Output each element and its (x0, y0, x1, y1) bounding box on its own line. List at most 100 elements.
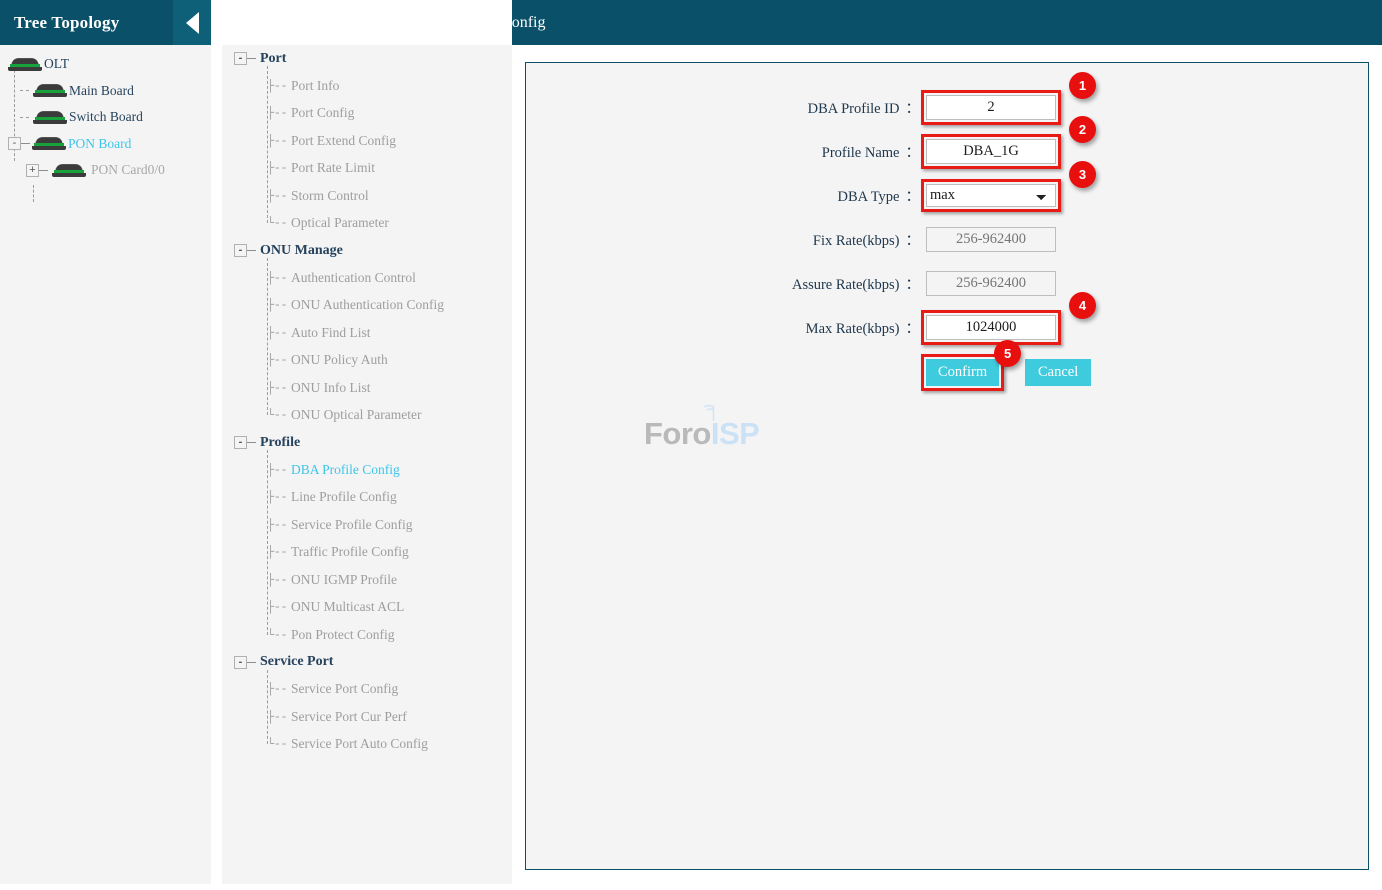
tree-branch-tee-icon: ├-- (267, 353, 288, 368)
form-label: DBA Profile ID ： (526, 97, 926, 118)
menu-group-collapse-toggle[interactable]: - (234, 52, 247, 65)
menu-item-authentication-control[interactable]: ├-- Authentication Control (267, 264, 512, 292)
form-label: Fix Rate(kbps) ： (526, 229, 926, 250)
caret-left-icon (185, 11, 199, 34)
tree-branch-icon (20, 116, 29, 118)
tree-branch-tee-icon: ├-- (267, 462, 288, 477)
form-label-colon: ： (905, 320, 921, 337)
foroisp-watermark: ForoISP (644, 404, 784, 449)
menu-group-label: Profile (260, 434, 301, 450)
menu-item-storm-control[interactable]: ├-- Storm Control (267, 182, 512, 210)
tree-connector-line (33, 185, 34, 202)
menu-item-service-port-auto-config[interactable]: └-- Service Port Auto Config (267, 731, 512, 759)
menu-item-onu-authentication-config[interactable]: ├-- ONU Authentication Config (267, 292, 512, 320)
form-label-colon: ： (905, 100, 921, 117)
menu-item-label: Port Info (291, 77, 340, 93)
menu-group-label: Service Port (260, 654, 334, 669)
menu-item-pon-protect-config[interactable]: └-- Pon Protect Config (267, 621, 512, 649)
tree-node-main-board[interactable]: Main Board (0, 78, 211, 105)
tree-branch-icon (21, 143, 30, 145)
menu-item-port-config[interactable]: ├-- Port Config (267, 100, 512, 128)
form-row-dba-type: DBA Type ： fixassureassure+maxmax 3 (526, 160, 1368, 217)
form-action-buttons: Confirm 5 Cancel (526, 339, 1368, 395)
menu-group-onu-manage: - ONU Manage ├-- Authentication Control ├-- O… (222, 237, 512, 429)
tree-node-pon-board[interactable]: - PON Board (0, 131, 211, 158)
menu-item-onu-multicast-acl[interactable]: ├-- ONU Multicast ACL (267, 594, 512, 622)
menu-group-profile: - Profile ├-- DBA Profile Config ├-- Line Pro… (222, 429, 512, 649)
tree-branch-tee-icon: ├-- (267, 325, 288, 340)
menu-item-service-profile-config[interactable]: ├-- Service Profile Config (267, 511, 512, 539)
menu-item-label: Traffic Profile Config (291, 544, 409, 560)
menu-item-label: Service Port Cur Perf (291, 708, 407, 724)
antenna-signal-icon (703, 404, 715, 421)
form-row-fix-rate-kbps-: Fix Rate(kbps) ： (526, 217, 1368, 261)
tree-branch-tee-icon: ├-- (267, 270, 288, 285)
tree-branch-tee-icon: ├-- (267, 600, 288, 615)
tree-branch-tee-icon: ├-- (267, 709, 288, 724)
tree-branch-end-icon: └-- (267, 627, 288, 642)
tree-node-pon-card[interactable]: + PON Card0/0 (0, 157, 211, 184)
form-label: DBA Type ： (526, 185, 926, 206)
tree-topology-title: Tree Topology (14, 12, 120, 32)
menu-item-label: ONU Info List (291, 379, 371, 395)
annotation-badge-5: 5 (994, 339, 1022, 367)
menu-item-label: Storm Control (291, 187, 369, 203)
menu-group-collapse-toggle[interactable]: - (234, 436, 247, 449)
device-board-icon (32, 137, 66, 151)
tree-node-label: Main Board (69, 82, 134, 98)
menu-branch-icon (247, 250, 256, 251)
menu-item-line-profile-config[interactable]: ├-- Line Profile Config (267, 484, 512, 512)
tree-collapse-toggle-pon-board[interactable]: - (8, 137, 21, 151)
menu-item-service-port-config[interactable]: ├-- Service Port Config (267, 676, 512, 704)
menu-item-onu-info-list[interactable]: ├-- ONU Info List (267, 374, 512, 402)
collapse-sidebar-button[interactable] (173, 0, 211, 45)
form-row-assure-rate-kbps-: Assure Rate(kbps) ： (526, 261, 1368, 305)
menu-item-port-extend-config[interactable]: ├-- Port Extend Config (267, 127, 512, 155)
menu-group-collapse-toggle[interactable]: - (234, 655, 247, 669)
form-label-text: Fix Rate(kbps) (812, 232, 900, 249)
tree-branch-tee-icon: ├-- (267, 682, 288, 697)
menu-item-port-rate-limit[interactable]: ├-- Port Rate Limit (267, 155, 512, 183)
tree-node-label: Switch Board (69, 109, 143, 125)
menu-panel-top-spacer (222, 0, 512, 45)
dba-profile-id-input[interactable] (926, 94, 1056, 120)
menu-item-traffic-profile-config[interactable]: ├-- Traffic Profile Config (267, 539, 512, 567)
form-row-dba-profile-id: DBA Profile ID ： 1 (526, 71, 1368, 129)
menu-group-header[interactable]: - Port (222, 45, 512, 72)
menu-item-dba-profile-config[interactable]: ├-- DBA Profile Config (267, 456, 512, 484)
menu-item-auto-find-list[interactable]: ├-- Auto Find List (267, 319, 512, 347)
tree-expand-toggle-pon-card[interactable]: + (26, 163, 39, 177)
menu-group-header[interactable]: - Profile (222, 429, 512, 456)
profile-name-input[interactable] (926, 138, 1056, 164)
menu-item-onu-optical-parameter[interactable]: └-- ONU Optical Parameter (267, 402, 512, 430)
menu-item-label: Service Port Auto Config (291, 736, 428, 752)
device-board-icon (33, 110, 67, 124)
device-card-icon (52, 163, 86, 177)
menu-item-onu-policy-auth[interactable]: ├-- ONU Policy Auth (267, 347, 512, 375)
tree-node-switch-board[interactable]: Switch Board (0, 104, 211, 131)
tree-branch-tee-icon: ├-- (267, 78, 288, 93)
menu-item-list: ├-- Authentication Control ├-- ONU Authenti… (222, 258, 512, 430)
max-rate-kbps--input[interactable] (926, 314, 1056, 340)
menu-item-onu-igmp-profile[interactable]: ├-- ONU IGMP Profile (267, 566, 512, 594)
menu-group-port: - Port ├-- Port Info ├-- Port Config ├-- Port E… (222, 45, 512, 237)
cancel-button[interactable]: Cancel (1025, 358, 1092, 386)
menu-item-list: ├-- Service Port Config ├-- Service Port Cu… (222, 669, 512, 759)
tree-node-label: OLT (44, 56, 70, 72)
form-label-text: DBA Type (837, 188, 900, 205)
tree-branch-tee-icon: ├-- (267, 161, 288, 176)
dba-type-select[interactable]: fixassureassure+maxmax (926, 183, 1056, 207)
menu-group-collapse-toggle[interactable]: - (234, 244, 247, 257)
menu-item-label: Authentication Control (291, 269, 416, 285)
menu-item-port-info[interactable]: ├-- Port Info (267, 72, 512, 100)
menu-item-service-port-cur-perf[interactable]: ├-- Service Port Cur Perf (267, 703, 512, 731)
confirm-button[interactable]: Confirm (926, 358, 1000, 386)
menu-branch-icon (247, 442, 256, 443)
menu-item-label: ONU Authentication Config (291, 297, 444, 313)
menu-group-header[interactable]: - Service Port (222, 649, 512, 676)
menu-group-header[interactable]: - ONU Manage (222, 237, 512, 264)
menu-item-optical-parameter[interactable]: └-- Optical Parameter (267, 210, 512, 238)
tree-branch-tee-icon: ├-- (267, 133, 288, 148)
tree-node-olt[interactable]: OLT (0, 51, 211, 78)
watermark-text: ForoISP (644, 418, 784, 449)
